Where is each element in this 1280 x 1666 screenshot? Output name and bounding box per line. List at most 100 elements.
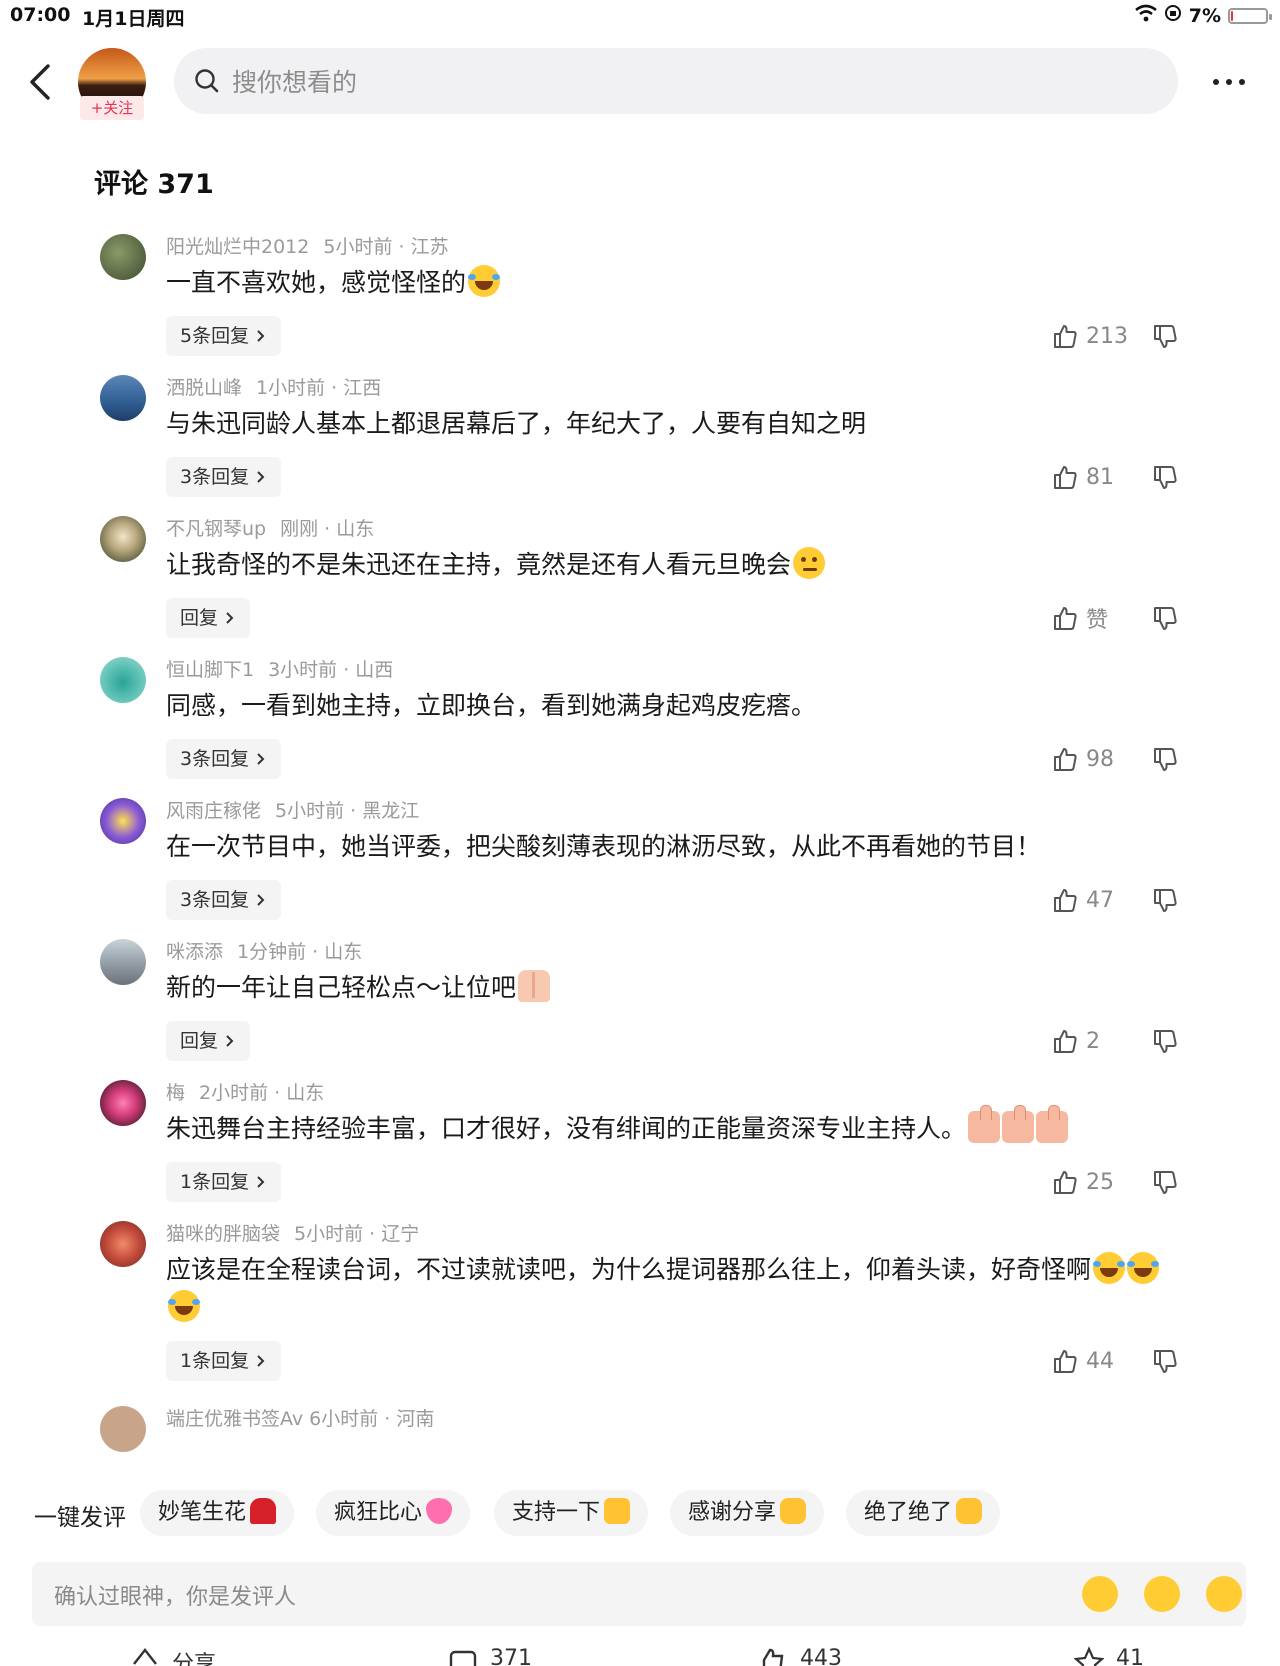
comment-username[interactable]: 恒山脚下1 xyxy=(166,659,254,681)
like-button[interactable]: 213 xyxy=(1052,316,1128,356)
view-replies-button[interactable]: 回复 xyxy=(166,1021,251,1061)
chevron-right-icon xyxy=(257,471,265,483)
avatar[interactable] xyxy=(100,516,146,562)
comment-item: 阳光灿烂中2012 5小时前 · 江苏 一直不喜欢她，感觉怪怪的 5条回复 213 xyxy=(0,228,1280,369)
comment-text[interactable]: 一直不喜欢她，感觉怪怪的 xyxy=(166,264,1186,302)
comment-item: 恒山脚下1 3小时前 · 山西 同感，一看到她主持，立即换台，看到她满身起鸡皮疙瘩。… xyxy=(0,651,1280,792)
comment-input[interactable]: 确认过眼神，你是发评人 xyxy=(32,1562,1246,1626)
dislike-button[interactable] xyxy=(1152,1341,1178,1381)
like-button[interactable]: 25 xyxy=(1052,1162,1114,1202)
thumbs-up-icon xyxy=(1054,607,1077,630)
comment-text[interactable]: 应该是在全程读台词，不过读就读吧，为什么提词器那么往上，仰着头读，好奇怪啊 xyxy=(166,1251,1186,1327)
dislike-button[interactable] xyxy=(1152,739,1178,779)
starstruck-emoji-icon[interactable] xyxy=(1144,1576,1180,1612)
comment-input-placeholder: 确认过眼神，你是发评人 xyxy=(54,1585,297,1610)
dislike-button[interactable] xyxy=(1152,598,1178,638)
quick-reply-chip[interactable]: 绝了绝了 xyxy=(846,1490,1001,1536)
comments-button[interactable]: 371 xyxy=(448,1646,532,1666)
comment-text[interactable]: 与朱迅同龄人基本上都退居幕后了，年纪大了，人要有自知之明 xyxy=(166,405,1186,443)
thumbs-up-icon xyxy=(1054,1350,1077,1373)
avatar[interactable] xyxy=(100,1406,146,1452)
like-button[interactable]: 赞 xyxy=(1052,598,1108,638)
status-time: 07:00 xyxy=(10,4,71,26)
avatar[interactable] xyxy=(100,234,146,280)
like-button[interactable]: 443 xyxy=(758,1646,842,1666)
comment-meta: 风雨庄稼佬 5小时前 · 黑龙江 xyxy=(166,796,419,823)
view-replies-button[interactable]: 1条回复 xyxy=(166,1162,282,1202)
chevron-right-icon xyxy=(226,1035,234,1047)
comment-meta: 咪添添 1分钟前 · 山东 xyxy=(166,937,362,964)
quick-reply-chip[interactable]: 支持一下 xyxy=(494,1490,649,1536)
dislike-button[interactable] xyxy=(1152,1162,1178,1202)
like-button[interactable]: 2 xyxy=(1052,1021,1100,1061)
laugh-emoji-icon xyxy=(1127,1252,1160,1284)
grinning-emoji-icon[interactable] xyxy=(1206,1576,1242,1612)
comment-username[interactable]: 阳光灿烂中2012 xyxy=(166,236,309,258)
comment-username[interactable]: 风雨庄稼佬 xyxy=(166,800,261,822)
avatar[interactable] xyxy=(100,375,146,421)
comment-text[interactable]: 让我奇怪的不是朱迅还在主持，竟然是还有人看元旦晚会 xyxy=(166,546,1186,584)
avatar[interactable] xyxy=(100,798,146,844)
thumbs-up-icon xyxy=(1054,466,1077,489)
comment-text[interactable]: 在一次节目中，她当评委，把尖酸刻薄表现的淋沥尽致，从此不再看她的节目！ xyxy=(166,828,1186,866)
comment-item: 不凡钢琴up 刚刚 · 山东让我奇怪的不是朱迅还在主持，竟然是还有人看元旦晚会 回复… xyxy=(0,510,1280,651)
view-replies-button[interactable]: 3条回复 xyxy=(166,880,282,920)
avatar[interactable] xyxy=(100,939,146,985)
thumb-emoji-icon xyxy=(1002,1105,1035,1143)
like-button[interactable]: 81 xyxy=(1052,457,1114,497)
comment-meta: 不凡钢琴up 刚刚 · 山东 xyxy=(166,514,374,541)
avatar[interactable] xyxy=(100,1080,146,1126)
view-replies-button[interactable]: 3条回复 xyxy=(166,739,282,779)
comment-body: 一直不喜欢她，感觉怪怪的 xyxy=(166,268,467,297)
comments-title: 评论 371 xyxy=(94,169,214,200)
comment-time-location: 5小时前 · 黑龙江 xyxy=(275,800,420,822)
dislike-button[interactable] xyxy=(1152,1021,1178,1061)
quick-reply-chip[interactable]: 感谢分享 xyxy=(670,1490,825,1536)
quick-reply-chip[interactable]: 妙笔生花 xyxy=(140,1490,295,1536)
back-button[interactable] xyxy=(22,56,58,108)
chip-label: 疯狂比心 xyxy=(334,1500,423,1525)
laughing-emoji-icon[interactable] xyxy=(1082,1576,1118,1612)
chevron-right-icon xyxy=(257,330,265,342)
dislike-button[interactable] xyxy=(1152,880,1178,920)
quick-reply-chip[interactable]: 疯狂比心 xyxy=(316,1490,471,1536)
clap-icon xyxy=(780,1498,807,1524)
comment-meta: 端庄优雅书签Av 6小时前 · 河南 xyxy=(166,1408,435,1430)
chevron-right-icon xyxy=(257,1355,265,1367)
likes-count: 443 xyxy=(800,1646,842,1666)
comment-username[interactable]: 洒脱山峰 xyxy=(166,377,242,399)
like-button[interactable]: 44 xyxy=(1052,1341,1114,1381)
view-replies-button[interactable]: 3条回复 xyxy=(166,457,282,497)
view-replies-button[interactable]: 5条回复 xyxy=(166,316,282,356)
laugh-emoji-icon xyxy=(468,265,501,297)
view-replies-button[interactable]: 1条回复 xyxy=(166,1341,282,1381)
comment-body: 与朱迅同龄人基本上都退居幕后了，年纪大了，人要有自知之明 xyxy=(166,409,867,438)
comment-item: 猫咪的胖脑袋 5小时前 · 辽宁 应该是在全程读台词，不过读就读吧，为什么提词器那么… xyxy=(0,1215,1280,1393)
comment-username[interactable]: 梅 xyxy=(166,1082,185,1104)
like-button[interactable]: 47 xyxy=(1052,880,1114,920)
comment-username[interactable]: 不凡钢琴up xyxy=(166,518,266,540)
avatar[interactable] xyxy=(100,657,146,703)
dislike-button[interactable] xyxy=(1152,457,1178,497)
comment-text[interactable]: 朱迅舞台主持经验丰富，口才很好，没有绯闻的正能量资深专业主持人。 xyxy=(166,1105,1186,1148)
more-options-button[interactable] xyxy=(1204,64,1254,100)
chevron-right-icon xyxy=(257,894,265,906)
comment-list[interactable]: 端庄优雅书签Av 6小时前 · 河南 阳光灿烂中2012 5小时前 · 江苏 一直不… xyxy=(0,228,1280,1476)
like-button[interactable]: 98 xyxy=(1052,739,1114,779)
avatar[interactable] xyxy=(100,1221,146,1267)
comment-text[interactable]: 同感，一看到她主持，立即换台，看到她满身起鸡皮疙瘩。 xyxy=(166,687,1186,725)
thumbs-down-icon xyxy=(1154,607,1177,630)
view-replies-button[interactable]: 回复 xyxy=(166,598,251,638)
wifi-icon xyxy=(1134,4,1157,27)
like-count: 81 xyxy=(1086,464,1114,490)
favorite-button[interactable]: 41 xyxy=(1074,1646,1144,1666)
author-avatar[interactable]: +关注 xyxy=(78,48,146,120)
comment-text[interactable]: 新的一年让自己轻松点～让位吧 xyxy=(166,969,1186,1007)
share-button[interactable]: 分享 xyxy=(130,1646,216,1666)
comment-username[interactable]: 咪添添 xyxy=(166,941,223,963)
follow-button[interactable]: +关注 xyxy=(80,96,144,120)
dislike-button[interactable] xyxy=(1152,316,1178,356)
comment-username[interactable]: 猫咪的胖脑袋 xyxy=(166,1223,280,1245)
thumb-emoji-icon xyxy=(1036,1105,1069,1143)
search-bar[interactable]: 搜你想看的 xyxy=(174,48,1178,114)
